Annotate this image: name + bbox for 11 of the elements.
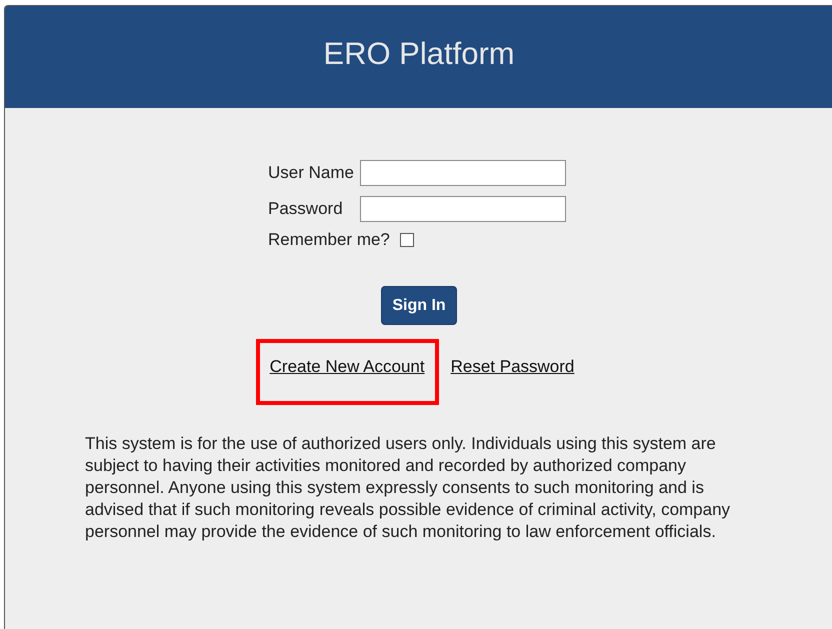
field-label: Password <box>268 199 344 219</box>
input-field[interactable] <box>360 196 566 222</box>
field-label: User Name <box>268 163 354 183</box>
input-field[interactable] <box>360 160 566 186</box>
app-title: ERO Platform <box>323 36 515 73</box>
link[interactable]: Reset Password <box>450 357 574 376</box>
checkbox-label: Remember me? <box>268 230 390 250</box>
link[interactable]: Create New Account <box>270 357 425 376</box>
remember-checkbox[interactable] <box>400 233 414 247</box>
sign-in-button[interactable]: Sign In <box>381 286 457 325</box>
notice-text: This system is for the use of authorized users only. Individuals using this system are subject to having their activities monitored and recorded by authorized company personnel. Anyone using this system expressly consents to such monitoring and is advised that if such monitoring reveals possible evidence of criminal activity, company personnel may provide the evidence of such monitoring to law enforcement officials. <box>85 433 732 543</box>
